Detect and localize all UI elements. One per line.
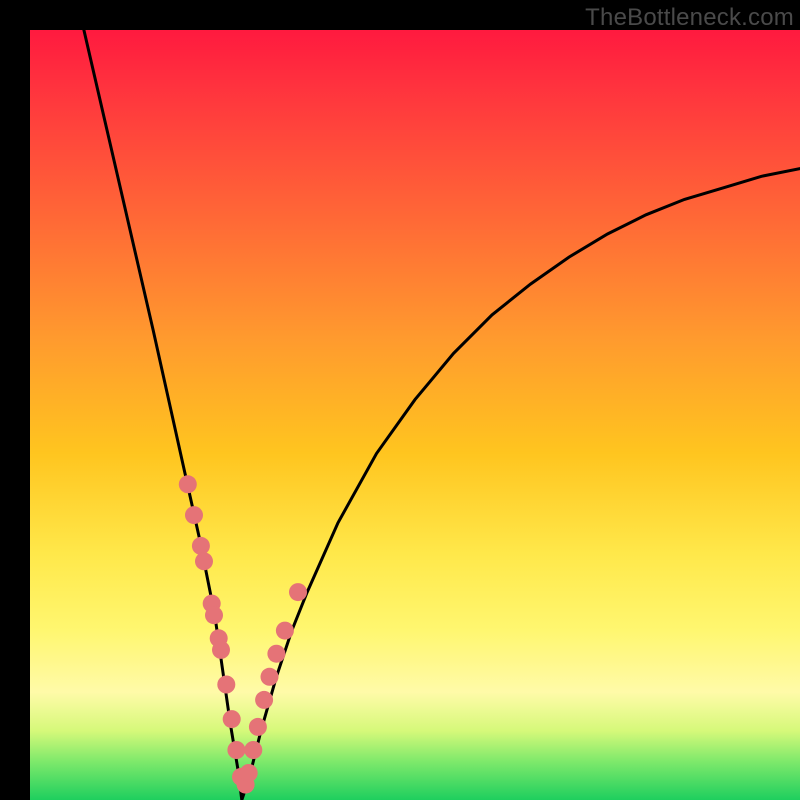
sample-dot — [223, 710, 241, 728]
sample-dot — [249, 718, 267, 736]
sample-dot — [261, 668, 279, 686]
sample-dot — [276, 622, 294, 640]
sample-dot — [289, 583, 307, 601]
sample-dots — [179, 475, 307, 793]
sample-dot — [244, 741, 262, 759]
sample-dot — [227, 741, 245, 759]
sample-dot — [267, 645, 285, 663]
sample-dot — [240, 764, 258, 782]
bottleneck-curve-path — [84, 30, 800, 800]
sample-dot — [179, 475, 197, 493]
sample-dot — [185, 506, 203, 524]
sample-dot — [255, 691, 273, 709]
sample-dot — [195, 552, 213, 570]
sample-dot — [212, 641, 230, 659]
curve-line — [84, 30, 800, 800]
watermark-text: TheBottleneck.com — [585, 4, 794, 32]
sample-dot — [217, 676, 235, 694]
sample-dot — [192, 537, 210, 555]
chart-frame: TheBottleneck.com — [0, 0, 800, 800]
chart-svg — [30, 30, 800, 800]
sample-dot — [205, 606, 223, 624]
